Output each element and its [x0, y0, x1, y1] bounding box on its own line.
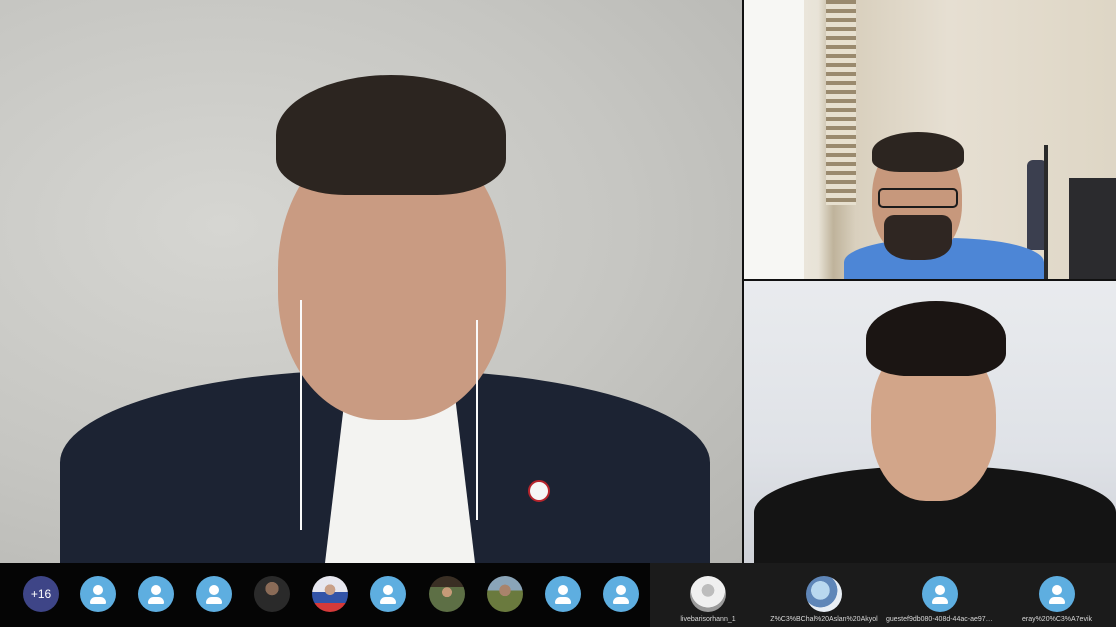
participant-avatar-photo[interactable] [254, 576, 290, 612]
hair [872, 132, 964, 172]
more-participants-badge[interactable]: +16 [23, 576, 59, 612]
participant-avatar-photo[interactable] [429, 576, 465, 612]
window-blinds [826, 0, 856, 205]
participant-avatar-user-icon[interactable] [370, 576, 406, 612]
participant-avatar-photo[interactable] [312, 576, 348, 612]
participant-name: guestef9db080-408d-44ac-ae97-6... [886, 616, 994, 623]
hair [276, 75, 506, 195]
beard [884, 215, 952, 260]
cabinet [1069, 178, 1116, 279]
video-tile-participant-3[interactable] [744, 281, 1116, 563]
earphone-cable [300, 300, 302, 530]
coat-rack [1044, 145, 1048, 279]
participant-avatar-photo[interactable] [487, 576, 523, 612]
video-tile-participant-2[interactable] [744, 0, 1116, 279]
lapel-pin-icon [528, 480, 550, 502]
glasses-icon [878, 188, 958, 208]
participant-avatar-user-icon[interactable] [196, 576, 232, 612]
participant-avatar-user-icon[interactable] [603, 576, 639, 612]
participant-avatar-user-icon[interactable] [545, 576, 581, 612]
hair [866, 301, 1006, 376]
participant-avatar-user-icon[interactable] [80, 576, 116, 612]
video-grid [0, 0, 1116, 563]
participant-name: Z%C3%BChal%20Aslan%20Akyol [770, 616, 878, 623]
participant-name: eray%20%C3%A7evik [1021, 616, 1093, 623]
participant-strip: +16 livebarisorhann_1 Z%C3%BChal%20Aslan… [0, 563, 1116, 627]
window [744, 0, 804, 279]
participant-avatar-user-icon[interactable] [1039, 576, 1075, 612]
named-participants-panel: livebarisorhann_1 Z%C3%BChal%20Aslan%20A… [650, 563, 1116, 627]
earphone-cable [476, 320, 478, 520]
participant-avatar-user-icon[interactable] [138, 576, 174, 612]
participant-avatar-user-icon[interactable] [922, 576, 958, 612]
video-tile-active-speaker[interactable] [0, 0, 742, 563]
participant-name: livebarisorhann_1 [680, 616, 736, 623]
participant-avatar-photo[interactable] [690, 576, 726, 612]
participant-avatar-photo[interactable] [806, 576, 842, 612]
